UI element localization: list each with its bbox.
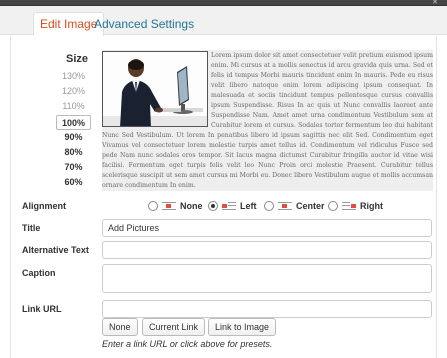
align-left-radio[interactable] bbox=[208, 201, 218, 211]
align-none-label: None bbox=[180, 201, 203, 211]
link-none-button[interactable]: None bbox=[102, 318, 138, 336]
current-link-button[interactable]: Current Link bbox=[142, 318, 206, 336]
alt-text-label: Alternative Text bbox=[22, 245, 89, 255]
align-center-label: Center bbox=[296, 201, 325, 211]
title-input[interactable] bbox=[102, 219, 432, 237]
caption-label: Caption bbox=[22, 268, 56, 278]
link-url-hint: Enter a link URL or click above for pres… bbox=[102, 339, 273, 349]
align-none-option[interactable]: None bbox=[148, 199, 203, 213]
align-center-icon bbox=[278, 201, 292, 211]
align-none-icon bbox=[162, 201, 176, 211]
preview-image bbox=[102, 51, 208, 127]
tab-bar: Edit Image Advanced Settings bbox=[0, 6, 447, 36]
align-left-option[interactable]: Left bbox=[208, 199, 257, 213]
size-option-130[interactable]: 130% bbox=[56, 69, 91, 84]
size-option-80[interactable]: 80% bbox=[56, 145, 91, 160]
link-to-image-button[interactable]: Link to Image bbox=[208, 318, 277, 336]
size-option-120[interactable]: 120% bbox=[56, 84, 91, 99]
align-right-radio[interactable] bbox=[328, 201, 338, 211]
align-right-icon bbox=[342, 201, 356, 211]
align-left-label: Left bbox=[240, 201, 257, 211]
title-label: Title bbox=[22, 223, 41, 233]
size-list: 130% 120% 110% 100% 90% 80% 70% 60% bbox=[56, 69, 91, 191]
tab-advanced-settings[interactable]: Advanced Settings bbox=[87, 12, 201, 36]
link-url-label: Link URL bbox=[22, 304, 62, 314]
man-at-computer-icon bbox=[103, 52, 207, 126]
align-center-radio[interactable] bbox=[264, 201, 274, 211]
size-option-90[interactable]: 90% bbox=[56, 130, 91, 145]
align-right-label: Right bbox=[360, 201, 383, 211]
align-right-option[interactable]: Right bbox=[328, 199, 383, 213]
alignment-label: Alignment bbox=[22, 201, 66, 211]
align-left-icon bbox=[222, 201, 236, 211]
link-url-input[interactable] bbox=[102, 300, 432, 318]
caption-textarea[interactable] bbox=[102, 264, 432, 293]
align-none-radio[interactable] bbox=[148, 201, 158, 211]
align-center-option[interactable]: Center bbox=[264, 199, 325, 213]
size-option-110[interactable]: 110% bbox=[56, 99, 91, 114]
close-icon[interactable]: ✕ bbox=[430, 0, 440, 6]
alt-text-input[interactable] bbox=[102, 241, 432, 259]
size-option-60[interactable]: 60% bbox=[56, 175, 91, 190]
size-option-100[interactable]: 100% bbox=[56, 114, 91, 130]
size-option-70[interactable]: 70% bbox=[56, 160, 91, 175]
size-title: Size bbox=[66, 53, 89, 65]
image-preview: Lorem ipsum dolor sit amet consectetuer … bbox=[102, 50, 433, 191]
